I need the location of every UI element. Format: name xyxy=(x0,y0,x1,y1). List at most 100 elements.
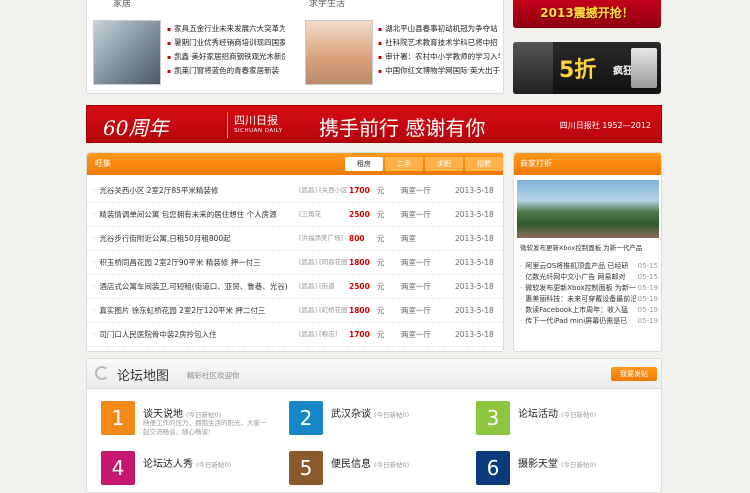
forum-title: 论坛地图 xyxy=(117,369,170,384)
board-number-4[interactable]: 4 xyxy=(101,451,135,485)
board-title-2[interactable]: 武汉杂谈 (今日新帖0) xyxy=(331,405,409,420)
rent-price-suffix: 元 xyxy=(377,258,385,267)
board-name: 武汉杂谈 xyxy=(331,409,371,420)
merchant-item-title: 亿数光纤网中文小广告 网易邮对 xyxy=(525,273,626,281)
news-section-left[interactable]: 家居 xyxy=(113,0,131,9)
board-name: 摄影天堂 xyxy=(518,459,558,470)
list-item[interactable]: 亿数光纤网中文小广告 网易邮对 05-15 xyxy=(520,272,658,283)
board-name: 论坛达人秀 xyxy=(143,459,193,470)
ad-banner-discount[interactable]: 5折 疯狂 xyxy=(513,42,661,94)
board-title-6[interactable]: 摄影天堂 (今日新帖0) xyxy=(518,455,596,470)
rent-title[interactable]: 酒店式公寓车间装卫,可短租(街道口、亚贸、鲁巷、光谷) xyxy=(93,275,287,298)
merchant-photo-caption[interactable]: 微软发布更新Xbox控制面板 为新一代产品 xyxy=(520,242,660,252)
forum-subtitle: 精彩社区欢迎你 xyxy=(187,371,240,380)
list-item[interactable]: 传下一代iPad mini屏幕仍需是已 05-19 xyxy=(520,316,658,327)
board-title-3[interactable]: 论坛活动 (今日新帖0) xyxy=(518,405,596,420)
tab-secondhand[interactable]: 二手 xyxy=(385,157,423,171)
post-button[interactable]: 我要发帖 xyxy=(611,367,657,381)
list-item[interactable]: 数读Facebook上市周年：收入猛 05-19 xyxy=(520,305,658,316)
merchant-photo[interactable] xyxy=(517,180,659,238)
board-name: 便民信息 xyxy=(331,459,371,470)
tab-jobseeking[interactable]: 求职 xyxy=(425,157,463,171)
board-number-2[interactable]: 2 xyxy=(289,401,323,435)
news-link[interactable]: 凯莱门窗将蓝色的青春家居新装 xyxy=(167,64,285,78)
rent-unit: 两室一厅 xyxy=(401,282,431,291)
board-today-count: (今日新帖0) xyxy=(374,411,410,419)
tab-rent[interactable]: 租房 xyxy=(345,157,383,171)
list-item[interactable]: 阿里云OS将推机顶盒产品 已经研 05-15 xyxy=(520,261,658,272)
news-link[interactable]: 社科院艺术教育技术学科已将中招 xyxy=(378,36,500,50)
table-row[interactable]: 精装情调单间公寓 包您拥有未来的居住想住 个人房源 [三角花 2500 元 两室一厅 20… xyxy=(87,203,503,227)
board-number-3[interactable]: 3 xyxy=(476,401,510,435)
board-number-1[interactable]: 1 xyxy=(101,401,135,435)
refresh-icon xyxy=(95,366,109,380)
board-title-1[interactable]: 谈天说地 (今日新帖0) xyxy=(143,405,221,420)
rent-price-suffix: 元 xyxy=(377,330,385,339)
news-list-left: 家具五金行业未来发展六大突革为 暑期门业优秀经销商培训现四国家具 凯鑫·美好家居… xyxy=(167,22,285,78)
rent-price-suffix: 元 xyxy=(377,186,385,195)
rent-price-suffix: 元 xyxy=(377,306,385,315)
news-link[interactable]: 家具五金行业未来发展六大突革为 xyxy=(167,22,285,36)
news-link[interactable]: 凯鑫·美好家居招商钢铁观光木新房 xyxy=(167,50,285,64)
rent-area: [武昌] [关西小区] xyxy=(299,186,347,194)
rent-date: 2013-5-18 xyxy=(455,210,494,219)
table-row[interactable]: 光谷步行街附近公寓,日租50月租800起 [洪福添美广场] 800 元 两室 2013-5… xyxy=(87,227,503,251)
rent-area: [武昌] [街道 xyxy=(299,282,335,290)
table-row[interactable]: 酒店式公寓车间装卫,可短租(街道口、亚贸、鲁巷、光谷) [武昌] [街道 2500 元… xyxy=(87,275,503,299)
news-thumbnail-furniture[interactable] xyxy=(93,20,161,85)
news-link[interactable]: 暑期门业优秀经销商培训现四国家具 xyxy=(167,36,285,50)
merchant-list: 阿里云OS将推机顶盒产品 已经研 05-15 亿数光纤网中文小广告 网易邮对 05-… xyxy=(520,261,658,327)
board-today-count: (今日新帖0) xyxy=(196,461,232,469)
rent-area: [三角花 xyxy=(299,210,322,218)
anniversary-banner[interactable]: 60周年 四川日报 SICHUAN DAILY 携手前行 感谢有你 四川日报社 … xyxy=(86,105,662,143)
rent-title[interactable]: 精装情调单间公寓 包您拥有未来的居住想住 个人房源 xyxy=(93,203,276,226)
rent-panel: 旺集 租房 二手 求职 招聘 光谷关西小区 2室2厅85平米精装修 [武昌] [关… xyxy=(86,152,504,352)
list-item[interactable]: 微软发布更新Xbox控制面板 为新一05-19 xyxy=(520,283,658,294)
anniversary-logo: 60周年 xyxy=(103,116,169,140)
news-list-right: 湖北平山县春事初动机冠为争夺站 社科院艺术教育技术学科已将中招 审计署：农村中小… xyxy=(378,22,500,78)
board-today-count: (今日新帖0) xyxy=(186,411,222,419)
board-title-4[interactable]: 论坛达人秀 (今日新帖0) xyxy=(143,455,231,470)
rent-title[interactable]: 司门口人民医院骨中装2房拎包入住 xyxy=(93,323,216,346)
news-link[interactable]: 审计署：农村中小学教师的学习入学 xyxy=(378,50,500,64)
sichuan-daily-logo: 四川日报 SICHUAN DAILY xyxy=(227,112,307,138)
merchant-item-title: 传下一代iPad mini屏幕仍需是已 xyxy=(525,317,628,325)
news-thumbnail-student[interactable] xyxy=(305,20,373,85)
rent-title[interactable]: 光谷关西小区 2室2厅85平米精装修 xyxy=(93,179,218,202)
merchant-panel: 商家打折 微软发布更新Xbox控制面板 为新一代产品 阿里云OS将推机顶盒产品 … xyxy=(513,152,662,352)
table-row[interactable]: 真实图片 徐东虹桥花园 2室2厅120平米 押二付三 [武昌] [虹桥花园]180… xyxy=(87,299,503,323)
table-row[interactable]: 积玉桥同昌花园 2室2厅90平米 精装修 押一付三 [武昌] [同昌花园]1800… xyxy=(87,251,503,275)
table-row[interactable]: 司门口人民医院骨中装2房拎包入住 [武昌] [粮店] 1700 元 两室一厅 2013-5… xyxy=(87,323,503,347)
rent-date: 2013-5-18 xyxy=(455,330,494,339)
table-row[interactable]: 光谷关西小区 2室2厅85平米精装修 [武昌] [关西小区]1700 元 两室一厅 20… xyxy=(87,179,503,203)
ad-person-image xyxy=(513,42,553,94)
merchant-item-date: 05-15 xyxy=(635,261,658,272)
rent-list: 光谷关西小区 2室2厅85平米精装修[武昌] [关西小区]1700元两室一厅20… xyxy=(87,179,503,349)
board-number-6[interactable]: 6 xyxy=(476,451,510,485)
rent-unit: 两室一厅 xyxy=(401,210,431,219)
board-today-count: (今日新帖0) xyxy=(561,461,597,469)
board-number-5[interactable]: 5 xyxy=(289,451,323,485)
rent-area: [洪福添美广场] xyxy=(299,234,344,242)
paper-name: 四川日报 xyxy=(234,114,278,127)
rent-date: 2013-5-18 xyxy=(455,282,494,291)
merchant-panel-title: 商家打折 xyxy=(520,159,552,168)
rent-title[interactable]: 积玉桥同昌花园 2室2厅90平米 精装修 押一付三 xyxy=(93,251,260,274)
rent-date: 2013-5-18 xyxy=(455,186,494,195)
tab-hiring[interactable]: 招聘 xyxy=(465,157,503,171)
rent-unit: 两室 xyxy=(401,234,416,243)
forum-header: 论坛地图 精彩社区欢迎你 我要发帖 xyxy=(87,359,661,389)
rent-panel-header: 旺集 租房 二手 求职 招聘 xyxy=(87,153,503,175)
rent-title[interactable]: 光谷步行街附近公寓,日租50月租800起 xyxy=(93,227,230,250)
list-item[interactable]: 惠美丽科技：未来可穿戴设备最前沿05-19 xyxy=(520,294,658,305)
merchant-item-date: 05-19 xyxy=(635,283,658,294)
rent-area: [武昌] [同昌花园] xyxy=(299,258,347,266)
news-link[interactable]: 湖北平山县春事初动机冠为争夺站 xyxy=(378,22,500,36)
board-desc-1: 随便工作的压力，拥抱生活的阳光，大家一起交流畅谈、随心畅谈！ xyxy=(143,419,267,436)
news-section-right[interactable]: 求学生活 xyxy=(309,0,345,9)
rent-date: 2013-5-18 xyxy=(455,306,494,315)
news-link[interactable]: 中国你红文博物学网国际·英大出于 xyxy=(378,64,500,78)
ad-banner-sale[interactable]: 2013震撼开抢！ xyxy=(513,0,661,28)
rent-title[interactable]: 真实图片 徐东虹桥花园 2室2厅120平米 押二付三 xyxy=(93,299,265,322)
board-title-5[interactable]: 便民信息 (今日新帖0) xyxy=(331,455,409,470)
